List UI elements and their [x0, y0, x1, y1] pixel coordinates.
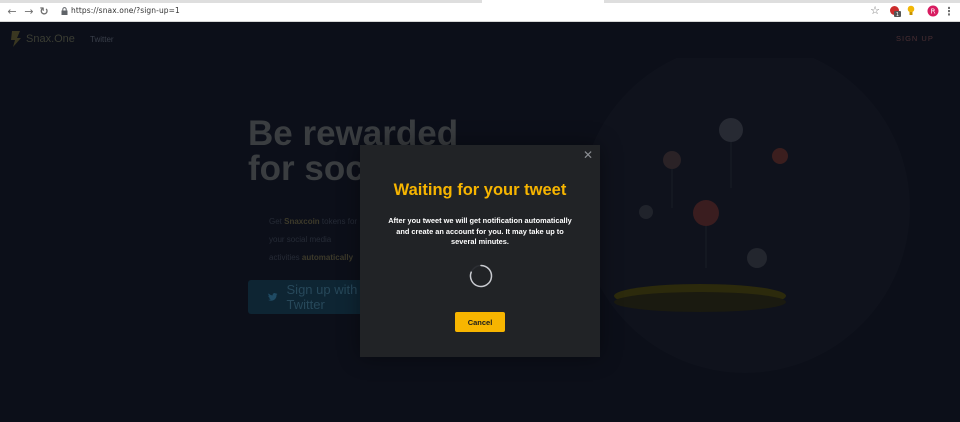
profile-avatar[interactable]: R — [927, 5, 939, 17]
balloon-icon — [772, 148, 788, 164]
hero-illustration — [580, 58, 910, 373]
bookmark-star-icon[interactable]: ☆ — [869, 5, 881, 17]
header-signup-link[interactable]: SIGN UP — [896, 34, 934, 43]
extension-icon[interactable]: 1 — [889, 5, 901, 17]
address-bar[interactable]: https://snax.one/?sign-up=1 — [71, 6, 180, 15]
nav-link-twitter[interactable]: Twitter — [90, 35, 114, 44]
cancel-button[interactable]: Cancel — [455, 312, 505, 332]
site-logo[interactable]: Snax.One — [9, 30, 75, 48]
hero-desc-suffix: tokens for — [319, 217, 358, 226]
close-icon[interactable]: ✕ — [583, 149, 593, 161]
balloon-small-icon — [639, 205, 653, 219]
loading-spinner-icon — [469, 264, 493, 288]
hero-description: Get Snaxcoin tokens for your social medi… — [269, 213, 369, 267]
logo-text: Snax.One — [26, 33, 75, 45]
snax-logo-icon — [11, 31, 21, 47]
modal-message: After you tweet we will get notification… — [388, 216, 572, 246]
profile-initial: R — [931, 8, 936, 16]
hero-desc-prefix: Get — [269, 217, 285, 226]
active-tab[interactable] — [482, 0, 604, 3]
browser-menu-icon[interactable]: ⋮ — [943, 6, 955, 18]
hero-desc-line3: activities — [269, 253, 302, 262]
sign-up-twitter-button[interactable]: Sign up with Twitter — [248, 280, 363, 314]
lock-icon — [61, 7, 68, 15]
browser-toolbar: ← → ↻ https://snax.one/?sign-up=1 ☆ 1 R … — [0, 0, 960, 22]
twitter-bird-icon — [268, 293, 278, 301]
waiting-tweet-modal: ✕ Waiting for your tweet After you tweet… — [360, 145, 600, 357]
lightbulb-extension-icon[interactable] — [907, 5, 915, 17]
hero-desc-highlight-2: automatically — [301, 253, 354, 262]
emoji-balloon-icon — [719, 118, 743, 142]
tab-strip — [0, 0, 960, 3]
balloon-bottom-icon — [747, 248, 767, 268]
hero-desc-line2: your social media — [269, 235, 332, 244]
heart-balloon-large-icon — [693, 200, 719, 226]
heart-balloon-icon — [663, 151, 681, 169]
extension-badge: 1 — [896, 12, 899, 17]
hero-desc-highlight: Snaxcoin — [284, 217, 320, 226]
back-icon[interactable]: ← — [6, 6, 18, 18]
twitter-button-label: Sign up with Twitter — [286, 282, 358, 312]
reload-icon[interactable]: ↻ — [38, 6, 50, 18]
modal-title: Waiting for your tweet — [393, 181, 567, 199]
forward-icon[interactable]: → — [23, 6, 35, 18]
